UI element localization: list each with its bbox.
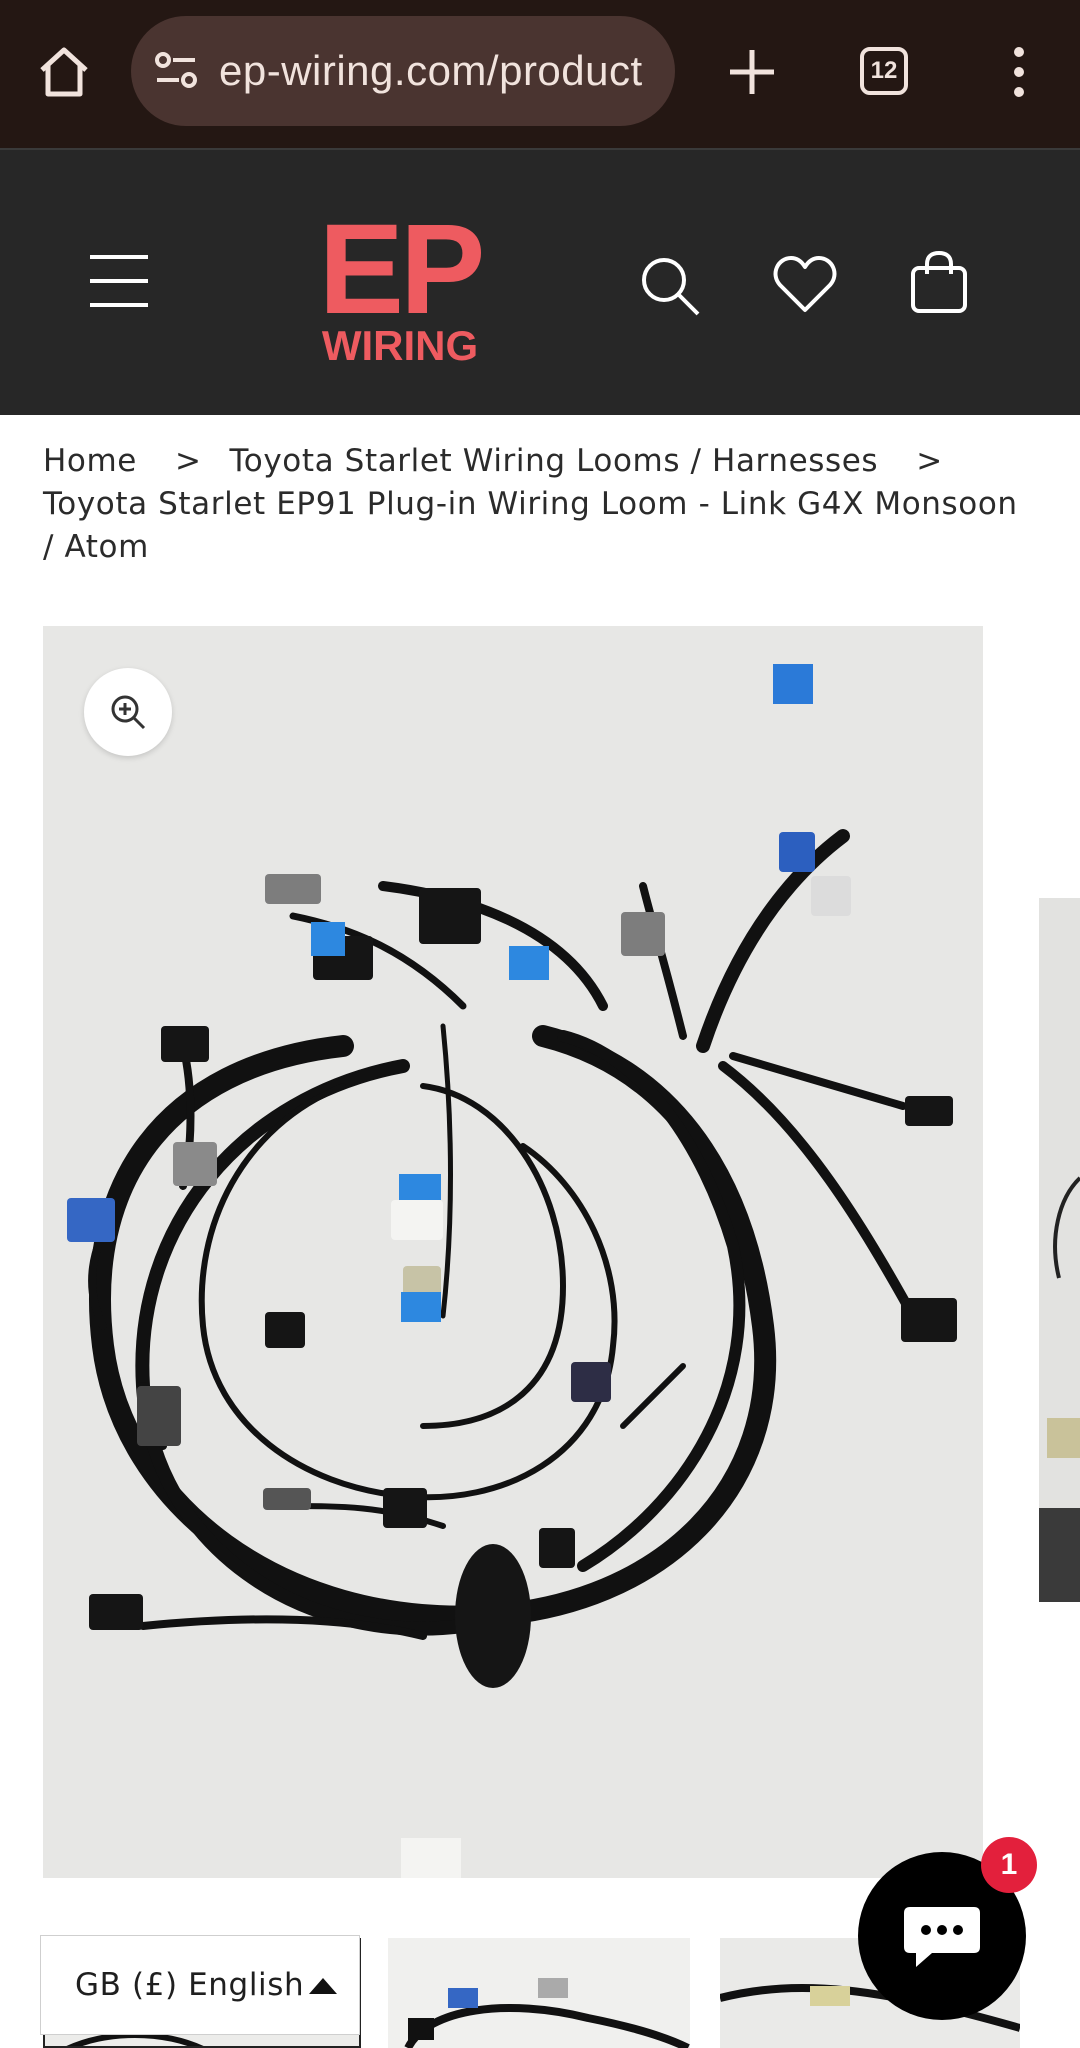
zoom-in-icon xyxy=(111,695,146,730)
search-icon[interactable] xyxy=(638,254,702,318)
address-bar[interactable]: ep-wiring.com/product xyxy=(131,16,675,126)
next-image-photo xyxy=(1039,898,1080,1602)
breadcrumb-current: Toyota Starlet EP91 Plug-in Wiring Loom … xyxy=(43,486,1018,565)
tab-switcher-button[interactable]: 12 xyxy=(860,47,908,95)
menu-icon[interactable] xyxy=(88,253,150,309)
site-header: EP WIRING xyxy=(0,148,1080,415)
cart-icon[interactable] xyxy=(910,250,968,314)
wiring-loom-photo xyxy=(43,626,983,1878)
product-main-image[interactable] xyxy=(43,626,983,1878)
thumbnail-2[interactable] xyxy=(388,1938,690,2048)
breadcrumb-separator: > xyxy=(174,443,202,479)
locale-label: GB (£) English xyxy=(75,1967,305,2003)
wishlist-heart-icon[interactable] xyxy=(772,254,838,314)
home-icon[interactable] xyxy=(34,42,94,102)
logo-wiring-text: WIRING xyxy=(321,322,479,369)
site-logo[interactable]: EP WIRING xyxy=(300,198,500,370)
chat-notification-badge: 1 xyxy=(981,1837,1037,1893)
breadcrumb-separator: > xyxy=(916,443,943,479)
breadcrumb: Home > Toyota Starlet Wiring Looms / Harne… xyxy=(43,440,1023,569)
url-text: ep-wiring.com/product xyxy=(219,47,643,94)
logo-ep-text: EP xyxy=(318,198,486,341)
breadcrumb-home[interactable]: Home xyxy=(43,443,137,479)
browser-toolbar: ep-wiring.com/product 12 xyxy=(0,0,1080,148)
zoom-button[interactable] xyxy=(84,668,172,756)
chat-bubble-icon xyxy=(904,1907,980,1967)
overflow-menu-icon[interactable] xyxy=(1004,42,1034,102)
site-settings-icon[interactable] xyxy=(151,46,201,96)
new-tab-icon[interactable] xyxy=(722,42,782,102)
next-product-image-peek[interactable] xyxy=(1039,898,1080,1602)
currency-language-selector[interactable]: GB (£) English xyxy=(40,1935,360,2035)
thumbnail-photo xyxy=(388,1938,690,2048)
breadcrumb-category[interactable]: Toyota Starlet Wiring Looms / Harnesses xyxy=(230,443,879,479)
caret-up-icon xyxy=(309,1978,337,1994)
